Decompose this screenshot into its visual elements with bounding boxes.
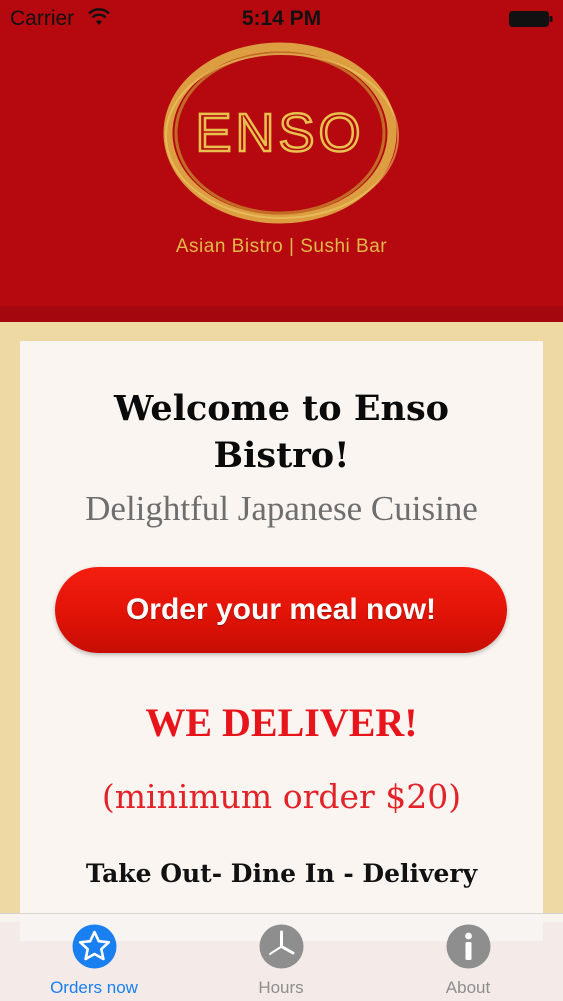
clock-icon — [259, 924, 304, 969]
services-text: Take Out- Dine In - Delivery — [85, 859, 478, 888]
welcome-heading: Welcome to Enso Bistro! — [113, 388, 450, 476]
order-now-button[interactable]: Order your meal now! — [55, 567, 507, 653]
app-header: ENSO Asian Bistro | Sushi Bar — [0, 0, 563, 308]
tab-orders-now[interactable]: Orders now — [24, 914, 164, 1001]
welcome-card: Welcome to Enso Bistro! Delightful Japan… — [20, 341, 543, 941]
deliver-heading: WE DELIVER! — [145, 700, 418, 745]
tab-bar: Orders now Hours About — [0, 913, 563, 1001]
tab-label-hours: Hours — [258, 978, 304, 997]
info-icon — [446, 924, 491, 969]
logo-text: ENSO — [195, 103, 364, 163]
tagline: Asian Bistro | Sushi Bar — [175, 236, 388, 257]
clock-time: 5:14 PM — [241, 7, 322, 30]
enso-logo: ENSO — [163, 42, 399, 224]
tab-label-orders: Orders now — [50, 978, 138, 997]
tab-label-about: About — [445, 978, 491, 997]
header-divider — [0, 306, 563, 322]
minimum-order-note: (minimum order $20) — [101, 777, 462, 816]
status-bar: Carrier 5:14 PM — [0, 0, 563, 38]
tab-about[interactable]: About — [398, 914, 538, 1001]
tab-hours[interactable]: Hours — [211, 914, 351, 1001]
star-icon — [72, 924, 117, 969]
subtitle: Delightful Japanese Cuisine — [85, 489, 478, 528]
battery-icon — [509, 11, 553, 27]
